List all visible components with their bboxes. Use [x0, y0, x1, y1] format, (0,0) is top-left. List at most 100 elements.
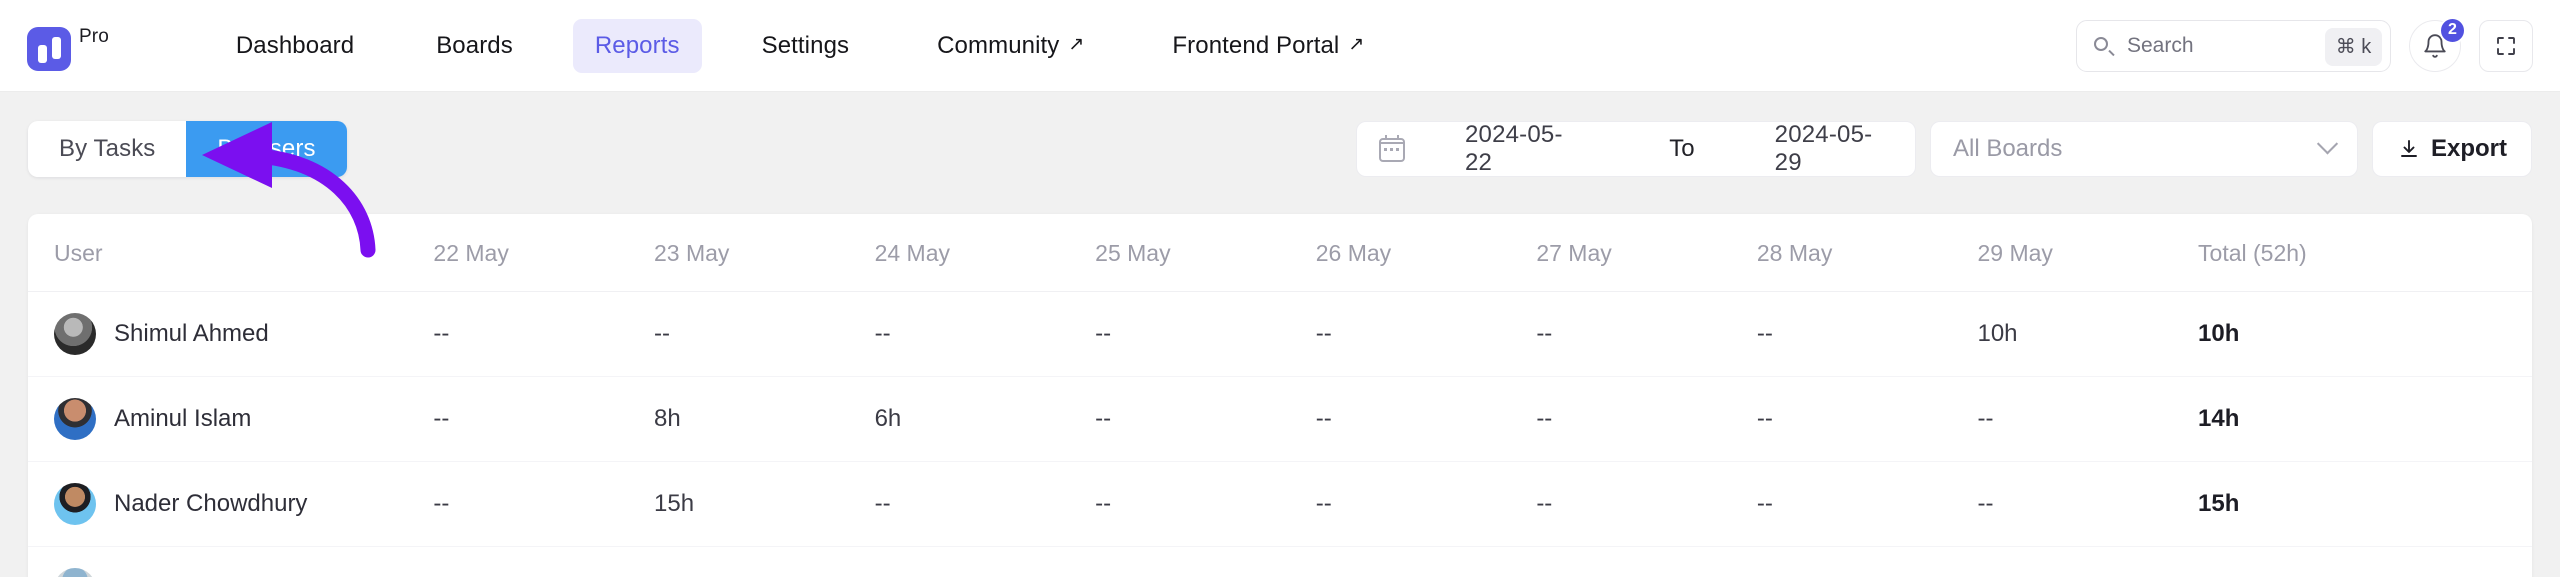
search-input[interactable]: Search ⌘ k: [2076, 19, 2391, 72]
fullscreen-button[interactable]: [2479, 19, 2533, 72]
cell-total: 14h: [2198, 376, 2532, 462]
nav-item-dashboard[interactable]: Dashboard: [214, 19, 376, 73]
tab-by-tasks[interactable]: By Tasks: [28, 121, 187, 177]
search-icon: [2094, 36, 2115, 56]
col-header-22-may: 22 May: [433, 214, 654, 292]
search-shortcut-hint: ⌘ k: [2325, 27, 2382, 66]
cell-28-may: --: [1756, 291, 1978, 377]
export-button[interactable]: Export: [2371, 121, 2532, 177]
cell-29-may: --: [1977, 461, 2199, 547]
cell-total: 15h: [2198, 461, 2532, 547]
cell-23-may: --: [654, 291, 875, 377]
date-to-value: 2024-05-29: [1774, 121, 1873, 176]
nav-item-community[interactable]: Community ↗: [915, 19, 1106, 73]
cell-23-may: 15h: [654, 461, 875, 547]
nav-item-frontend-portal[interactable]: Frontend Portal ↗: [1150, 19, 1386, 73]
tab-by-users-label: By Users: [217, 135, 316, 162]
tab-by-users[interactable]: By Users: [186, 121, 347, 177]
external-link-icon: ↗: [1348, 34, 1365, 55]
table-row[interactable]: Nader Chowdhury -- 15h -- -- -- -- -- --…: [28, 461, 2532, 547]
cell-22-may: --: [433, 461, 654, 547]
col-header-28-may: 28 May: [1756, 214, 1978, 292]
cell-24-may: 6h: [874, 376, 1096, 462]
user-name: Aminul Islam: [114, 405, 252, 432]
nav-item-reports[interactable]: Reports: [572, 18, 702, 73]
table-row[interactable]: Shovon 13h -- -- -- -- -- -- -- 13h: [28, 547, 2532, 577]
table-head: User 22 May 23 May 24 May 25 May 26 May …: [28, 214, 2532, 292]
col-header-27-may: 27 May: [1536, 214, 1757, 292]
cell-26-may: --: [1316, 547, 1537, 577]
cell-25-may: --: [1095, 291, 1316, 377]
top-right-actions: Search ⌘ k 2: [2076, 16, 2533, 72]
plan-badge: Pro: [79, 25, 109, 47]
col-header-24-may: 24 May: [874, 214, 1096, 292]
fullscreen-icon: [2497, 36, 2515, 55]
search-placeholder: Search: [2127, 33, 2194, 57]
cell-22-may: --: [433, 291, 654, 377]
avatar: [54, 398, 96, 440]
user-hours-table: User 22 May 23 May 24 May 25 May 26 May …: [28, 214, 2532, 577]
board-filter-select[interactable]: All Boards: [1929, 121, 2358, 177]
cell-total: 10h: [2198, 291, 2532, 377]
nav-item-settings[interactable]: Settings: [740, 19, 872, 73]
cell-user: Shovon: [28, 547, 433, 577]
cell-26-may: --: [1315, 291, 1537, 377]
table-body: Shimul Ahmed -- -- -- -- -- -- -- 10h 10…: [28, 291, 2532, 577]
cell-28-may: --: [1757, 547, 1978, 577]
cell-26-may: --: [1315, 376, 1537, 462]
cell-22-may: 13h: [433, 547, 654, 577]
nav-item-boards[interactable]: Boards: [414, 19, 535, 73]
cell-29-may: --: [1977, 547, 2198, 577]
cell-user: Nader Chowdhury: [28, 461, 434, 547]
col-header-user: User: [28, 214, 434, 292]
nav-label-reports: Reports: [594, 31, 680, 59]
nav-label-settings: Settings: [761, 31, 850, 59]
date-range-picker[interactable]: 2024-05-22 To 2024-05-29: [1355, 121, 1916, 177]
page-root: Pro Dashboard Boards Reports Settings Co…: [0, 0, 2560, 577]
user-name: Nader Chowdhury: [114, 490, 308, 517]
avatar: [54, 483, 96, 525]
cell-27-may: --: [1536, 461, 1757, 547]
col-header-29-may: 29 May: [1977, 214, 2199, 292]
table-row[interactable]: Shimul Ahmed -- -- -- -- -- -- -- 10h 10…: [28, 291, 2532, 377]
nav-label-boards: Boards: [436, 31, 513, 59]
cell-22-may: --: [433, 376, 654, 462]
chevron-down-icon: [2316, 132, 2339, 154]
cell-25-may: --: [1095, 547, 1316, 577]
col-header-25-may: 25 May: [1095, 214, 1316, 292]
table-header-row: User 22 May 23 May 24 May 25 May 26 May …: [28, 214, 2532, 292]
cell-27-may: --: [1536, 291, 1757, 377]
cell-25-may: --: [1095, 461, 1316, 547]
cell-total: 13h: [2198, 547, 2532, 577]
date-range-separator-label: To: [1669, 135, 1695, 162]
tab-by-tasks-label: By Tasks: [59, 135, 156, 162]
col-header-total: Total (52h): [2198, 214, 2532, 292]
report-toolbar: By Tasks By Users 2024-05-22 To 2024-05-…: [0, 118, 2560, 180]
app-logo-icon: [27, 26, 71, 71]
calendar-icon: [1378, 135, 1405, 162]
user-name: Shimul Ahmed: [114, 320, 269, 347]
cell-25-may: --: [1095, 376, 1316, 462]
table-row[interactable]: Aminul Islam -- 8h 6h -- -- -- -- -- 14h: [28, 376, 2532, 462]
cell-user: Shimul Ahmed: [28, 291, 434, 377]
external-link-icon: ↗: [1068, 34, 1085, 55]
avatar: [54, 313, 96, 355]
date-from-value: 2024-05-22: [1464, 121, 1563, 176]
cell-27-may: --: [1536, 376, 1757, 462]
cell-24-may: --: [874, 461, 1096, 547]
main-nav: Dashboard Boards Reports Settings Commun…: [176, 18, 1387, 73]
col-header-26-may: 26 May: [1315, 214, 1537, 292]
nav-label-dashboard: Dashboard: [235, 31, 355, 59]
export-button-label: Export: [2430, 135, 2507, 162]
col-header-23-may: 23 May: [654, 214, 875, 292]
cell-28-may: --: [1756, 376, 1978, 462]
brand-logo-group[interactable]: Pro: [27, 24, 109, 71]
cell-29-may: --: [1977, 376, 2199, 462]
nav-label-community: Community: [937, 31, 1060, 59]
logo-bar-right: [51, 36, 61, 59]
avatar: [54, 568, 96, 577]
notifications-button[interactable]: 2: [2409, 16, 2466, 72]
cell-26-may: --: [1315, 461, 1537, 547]
board-filter-placeholder: All Boards: [1952, 135, 2063, 162]
cell-user: Aminul Islam: [28, 376, 434, 462]
